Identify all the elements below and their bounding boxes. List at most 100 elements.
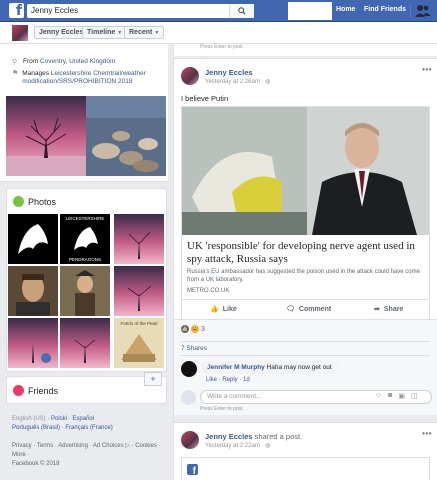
timeline-post-1: Jenny Eccles Yesterday at 2:26am · ◍ •••… (174, 58, 437, 415)
intro-card: ⚲ From Coventry, United Kingdom ⚑ Manage… (0, 44, 168, 182)
link-preview-image (182, 107, 429, 235)
timeline-dropdown[interactable]: Timeline ▼ (82, 26, 128, 39)
share-button[interactable]: ➦ Share (374, 305, 404, 314)
add-language-button[interactable]: + (144, 372, 162, 386)
comment-text: Haha may now get out (266, 364, 332, 371)
shares-count-link[interactable]: 7 Shares (181, 345, 207, 352)
link-headline[interactable]: UK 'responsible' for developing nerve ag… (187, 240, 427, 266)
recent-dropdown[interactable]: Recent ▼ (124, 26, 165, 39)
photo-thumb-portrait-man[interactable] (8, 266, 58, 316)
commenter-avatar[interactable] (181, 361, 197, 377)
search-button[interactable] (229, 4, 254, 18)
current-user-avatar (181, 390, 196, 405)
search-icon (238, 7, 246, 15)
profile-avatar[interactable] (12, 25, 28, 41)
globe-icon: ◍ (265, 79, 271, 85)
shared-post-card[interactable]: f (181, 457, 430, 480)
globe-icon: ◍ (265, 443, 271, 449)
thumbs-up-icon: 👍 (210, 306, 219, 313)
featured-photo-sunset-tree[interactable] (6, 96, 86, 176)
photo-thumb-sunset-4[interactable] (60, 318, 110, 368)
comment-icon: 🗨 (286, 306, 295, 313)
manages-row: ⚑ Manages Leicestershire Chemtrail/weath… (12, 70, 162, 86)
comment-input-tools: ☺ ◙ ▣ ◫ (375, 392, 418, 400)
recent-label: Recent (129, 29, 153, 36)
photo-thumb-sunset-3[interactable] (8, 318, 58, 368)
comment-button[interactable]: 🗨 Comment (286, 305, 331, 314)
nav-find-friends-link[interactable]: Find Friends (364, 6, 406, 13)
like-reaction-icon: 👍 (181, 325, 189, 333)
post2-header: Jenny Eccles shared a post. (205, 432, 302, 441)
top-navigation-bar: f Jenny Eccles Home Find Friends (0, 0, 437, 22)
author-avatar[interactable] (181, 67, 199, 85)
share-label: Share (383, 305, 404, 313)
photos-card: Photos LEICESTERSHIRE PENDRAGONS Fortris (6, 188, 167, 372)
haha-reaction-icon: 😆 (191, 325, 199, 333)
left-column: ⚲ From Coventry, United Kingdom ⚑ Manage… (0, 44, 168, 480)
photo-caption-bottom: PENDRAGONS (68, 257, 101, 262)
gif-icon[interactable]: ▣ (398, 392, 405, 400)
photo-thumb-dragon-1[interactable] (8, 214, 58, 264)
post2-timestamp[interactable]: Yesterday at 2:22am · ◍ (205, 442, 270, 449)
language-espanol[interactable]: Español (72, 416, 94, 422)
language-polski[interactable]: Polski (51, 416, 67, 422)
comment-bubble: Jennifer M Murphy Haha may now get out (201, 361, 338, 374)
photo-thumb-leicestershire-dragon[interactable]: LEICESTERSHIRE PENDRAGONS (60, 214, 110, 264)
commenter-name[interactable]: Jennifer M Murphy (207, 364, 265, 371)
emoji-icon[interactable]: ☺ (375, 392, 382, 400)
profile-name-button[interactable]: Jenny Eccles (34, 26, 89, 39)
post-author-name[interactable]: Jenny Eccles (205, 68, 253, 77)
caret-down-icon: ▼ (154, 30, 160, 36)
reactions-summary[interactable]: 👍 😆 3 (181, 325, 205, 333)
facebook-logo-icon[interactable]: f (9, 3, 24, 19)
link-domain: METRO.CO.UK (187, 288, 230, 294)
post2-time-text: Yesterday at 2:22am · (205, 443, 266, 449)
comment-actions[interactable]: Like · Reply · 1d (206, 377, 250, 383)
post2-author-name[interactable]: Jenny Eccles (205, 432, 253, 441)
photo-thumb-warrior[interactable] (60, 266, 110, 316)
language-portugues[interactable]: Português (Brasil) (12, 425, 60, 431)
caret-down-icon: ▼ (117, 30, 123, 36)
profile-name-label: Jenny Eccles (39, 29, 84, 36)
sticker-icon[interactable]: ◫ (411, 392, 418, 400)
timeline-label: Timeline (87, 29, 116, 36)
author-avatar-2[interactable] (181, 431, 199, 449)
photos-icon (13, 196, 24, 207)
hometown-link[interactable]: Coventry, United Kingdom (40, 58, 115, 65)
post2-action-text: shared a post. (254, 432, 303, 441)
footer-links: Privacy · Terms · Advertising · Ad Choic… (12, 442, 170, 469)
nav-home-link[interactable]: Home (336, 6, 355, 13)
manages-label: Manages (22, 70, 50, 77)
friends-icon (13, 385, 24, 396)
feedback-divider (181, 341, 430, 342)
language-links-row-1: English (US) · Polski · Español (12, 416, 95, 422)
redacted-profile-area (288, 2, 332, 20)
photo-thumb-sunset-2[interactable] (114, 266, 164, 316)
location-pin-icon: ⚲ (12, 59, 18, 66)
footer-more-link[interactable]: More · (12, 451, 170, 460)
press-enter-hint-2: Press Enter to post. (200, 406, 244, 412)
like-button[interactable]: 👍 Like (210, 305, 237, 314)
featured-photo-pebbles[interactable] (86, 96, 166, 176)
post-options-icon[interactable]: ••• (422, 65, 432, 74)
search-input[interactable]: Jenny Eccles (27, 4, 254, 18)
friends-title[interactable]: Friends (28, 386, 58, 396)
friend-requests-icon[interactable] (415, 4, 431, 20)
camera-icon[interactable]: ◙ (388, 392, 392, 400)
timeline-post-2: Jenny Eccles shared a post. Yesterday at… (174, 422, 437, 480)
photos-title[interactable]: Photos (28, 197, 56, 207)
post2-options-icon[interactable]: ••• (422, 429, 432, 438)
post-time-text: Yesterday at 2:26am · (205, 79, 266, 85)
language-francais[interactable]: Français (France) (65, 425, 112, 431)
photo-thumb-fortris-of-the-pearl[interactable]: Fortris of the Pearl (114, 318, 164, 368)
footer-policy-links[interactable]: Privacy · Terms · Advertising · Ad Choic… (12, 442, 170, 451)
from-label: From (23, 58, 39, 65)
from-row: ⚲ From Coventry, United Kingdom (12, 58, 115, 66)
nav-divider (410, 5, 411, 17)
profile-sub-navigation: Jenny Eccles Timeline ▼ Recent ▼ (0, 22, 437, 44)
language-english-us[interactable]: English (US) (12, 416, 46, 422)
photo-caption-top: LEICESTERSHIRE (65, 216, 105, 221)
photo-thumb-sunset-1[interactable] (114, 214, 164, 264)
photo-caption-fortris: Fortris of the Pearl (120, 321, 158, 326)
post-timestamp[interactable]: Yesterday at 2:26am · ◍ (205, 78, 270, 85)
